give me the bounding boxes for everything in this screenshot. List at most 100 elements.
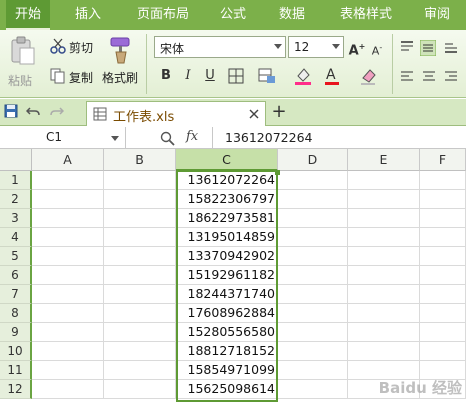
cell-b[interactable]: [104, 304, 176, 323]
bold-button[interactable]: B: [156, 66, 176, 86]
redo-icon[interactable]: [50, 104, 64, 118]
cell-f[interactable]: [420, 209, 466, 228]
cell-d[interactable]: [278, 209, 348, 228]
format-painter-icon[interactable]: [108, 36, 134, 64]
row-header[interactable]: 7: [0, 285, 32, 304]
font-color-icon[interactable]: A: [324, 66, 340, 86]
cell-b[interactable]: [104, 266, 176, 285]
row-header[interactable]: 9: [0, 323, 32, 342]
cell-f[interactable]: [420, 285, 466, 304]
row-header[interactable]: 10: [0, 342, 32, 361]
cell-b[interactable]: [104, 342, 176, 361]
cell-d[interactable]: [278, 285, 348, 304]
cell-b[interactable]: [104, 323, 176, 342]
cell-a[interactable]: [32, 361, 104, 380]
row-header[interactable]: 6: [0, 266, 32, 285]
row-header[interactable]: 4: [0, 228, 32, 247]
cell-e[interactable]: [348, 247, 420, 266]
cell-e[interactable]: [348, 285, 420, 304]
cell-c[interactable]: 18622973581: [176, 209, 278, 228]
cell-e[interactable]: [348, 228, 420, 247]
cell-b[interactable]: [104, 361, 176, 380]
paste-button[interactable]: 粘贴: [4, 34, 42, 94]
insert-function-button[interactable]: fx: [186, 129, 198, 144]
cell-a[interactable]: [32, 323, 104, 342]
cell-a[interactable]: [32, 209, 104, 228]
worksheet-grid[interactable]: A B C D E F 1 13612072264 2 15822306797 3 186…: [0, 149, 466, 402]
chevron-down-icon[interactable]: [111, 136, 119, 141]
cell-a[interactable]: [32, 380, 104, 399]
cell-d[interactable]: [278, 171, 348, 190]
clear-format-icon[interactable]: [360, 66, 378, 86]
cell-a[interactable]: [32, 171, 104, 190]
cell-c[interactable]: 15625098614: [176, 380, 278, 399]
cell-e[interactable]: [348, 190, 420, 209]
tab-insert[interactable]: 插入: [64, 0, 112, 30]
tab-home[interactable]: 开始: [6, 0, 50, 30]
copy-icon[interactable]: [50, 68, 66, 84]
copy-button[interactable]: 复制: [69, 69, 93, 86]
cell-d[interactable]: [278, 323, 348, 342]
cell-a[interactable]: [32, 228, 104, 247]
fill-color-icon[interactable]: [294, 66, 312, 86]
new-tab-button[interactable]: +: [268, 102, 290, 124]
cell-c[interactable]: 17608962884: [176, 304, 278, 323]
tab-formulas[interactable]: 公式: [210, 0, 256, 30]
increase-font-size-button[interactable]: A+: [347, 37, 367, 58]
cell-f[interactable]: [420, 171, 466, 190]
column-header-c[interactable]: C: [176, 149, 278, 171]
cell-a[interactable]: [32, 190, 104, 209]
row-header[interactable]: 5: [0, 247, 32, 266]
cell-b[interactable]: [104, 171, 176, 190]
close-icon[interactable]: [249, 109, 259, 119]
font-name-select[interactable]: 宋体: [154, 36, 286, 58]
cell-a[interactable]: [32, 266, 104, 285]
cell-c[interactable]: 13612072264: [176, 171, 278, 190]
save-icon[interactable]: [4, 104, 18, 118]
zoom-lookup-icon[interactable]: [160, 131, 175, 146]
cell-f[interactable]: [420, 228, 466, 247]
align-bottom-icon[interactable]: [444, 40, 458, 54]
cell-d[interactable]: [278, 228, 348, 247]
align-right-icon[interactable]: [444, 70, 458, 84]
select-all-corner[interactable]: [0, 149, 32, 171]
row-header[interactable]: 2: [0, 190, 32, 209]
formula-input[interactable]: 13612072264: [212, 127, 466, 149]
row-header[interactable]: 12: [0, 380, 32, 399]
cell-b[interactable]: [104, 190, 176, 209]
format-painter-button[interactable]: 格式刷: [102, 69, 138, 86]
column-header-d[interactable]: D: [278, 149, 348, 171]
cell-a[interactable]: [32, 247, 104, 266]
cell-d[interactable]: [278, 190, 348, 209]
cell-b[interactable]: [104, 247, 176, 266]
align-center-icon[interactable]: [422, 70, 436, 84]
borders-icon[interactable]: [228, 68, 244, 84]
scissors-icon[interactable]: [50, 38, 66, 54]
cell-f[interactable]: [420, 304, 466, 323]
column-header-a[interactable]: A: [32, 149, 104, 171]
underline-button[interactable]: U: [200, 66, 220, 86]
cell-d[interactable]: [278, 247, 348, 266]
row-header[interactable]: 8: [0, 304, 32, 323]
cell-e[interactable]: [348, 171, 420, 190]
cell-e[interactable]: [348, 342, 420, 361]
align-top-icon[interactable]: [400, 40, 414, 54]
column-header-f[interactable]: F: [420, 149, 466, 171]
cell-c[interactable]: 13370942902: [176, 247, 278, 266]
column-header-e[interactable]: E: [348, 149, 420, 171]
cell-c[interactable]: 15854971099: [176, 361, 278, 380]
cell-e[interactable]: [348, 209, 420, 228]
fill-handle[interactable]: [275, 170, 280, 175]
cell-e[interactable]: [348, 266, 420, 285]
cell-b[interactable]: [104, 380, 176, 399]
decrease-font-size-button[interactable]: A-: [367, 38, 387, 58]
tab-review[interactable]: 审阅: [414, 0, 460, 30]
undo-icon[interactable]: [26, 104, 40, 118]
cell-f[interactable]: [420, 266, 466, 285]
cell-e[interactable]: [348, 304, 420, 323]
cell-f[interactable]: [420, 342, 466, 361]
cell-c[interactable]: 15280556580: [176, 323, 278, 342]
cell-c[interactable]: 18244371740: [176, 285, 278, 304]
cell-a[interactable]: [32, 304, 104, 323]
cell-a[interactable]: [32, 285, 104, 304]
